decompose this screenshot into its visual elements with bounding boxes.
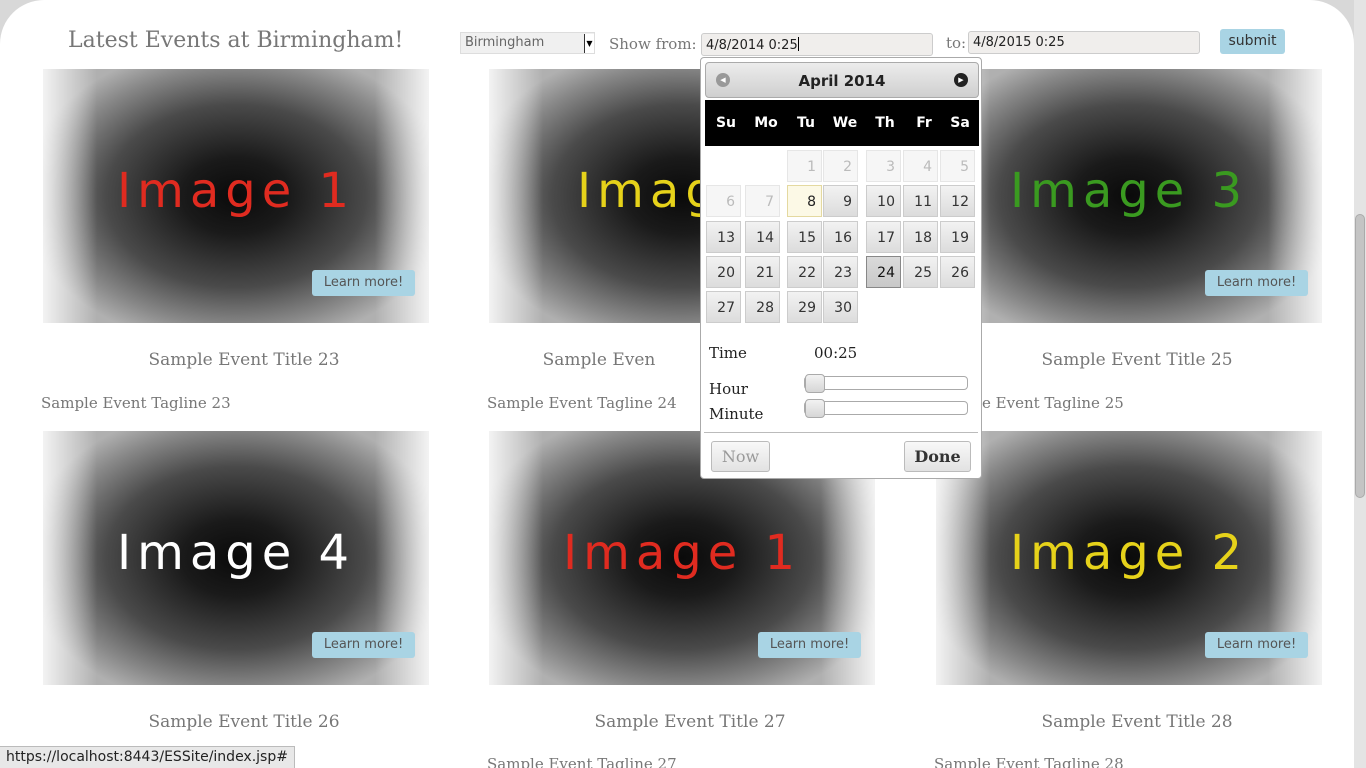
event-title-text: Sample Even [542,350,656,370]
calendar-day[interactable]: 29 [787,291,822,323]
event-image-1[interactable]: Image 1 Learn more! [43,69,429,323]
event-tagline: e Event Tagline 25 [982,394,1124,412]
calendar-day[interactable]: 8 [787,185,822,217]
weekday-label: Su [715,115,737,131]
calendar-day[interactable]: 19 [940,221,975,253]
event-tagline: Sample Event Tagline 27 [487,755,677,768]
event-image-label: Image 4 [116,525,356,581]
calendar-day[interactable]: 26 [940,256,975,288]
submit-button[interactable]: submit [1220,29,1285,54]
event-title[interactable]: Sample Event Title 26 [44,712,444,732]
page-title: Latest Events at Birmingham! [68,28,404,53]
calendar-day: 4 [903,150,938,182]
calendar-day: 2 [823,150,858,182]
calendar-day[interactable]: 28 [745,291,780,323]
weekday-label: We [832,115,858,131]
calendar-day[interactable]: 25 [903,256,938,288]
calendar-day[interactable]: 11 [903,185,938,217]
time-value: 00:25 [814,344,858,362]
event-title[interactable]: Sample Event Title 25 [937,350,1337,370]
calendar-day[interactable]: 20 [706,256,741,288]
event-title[interactable]: Sample Event Title 27 [490,712,890,732]
learn-more-button[interactable]: Learn more! [1205,270,1308,296]
event-image-label: Image 3 [1009,163,1249,219]
event-tagline: Sample Event Tagline 28 [934,755,1124,768]
text-caret [797,37,799,51]
weekday-label: Th [875,115,895,131]
calendar-day[interactable]: 18 [903,221,938,253]
calendar-day[interactable]: 10 [866,185,901,217]
city-select-value: Birmingham [465,35,545,50]
calendar-day[interactable]: 12 [940,185,975,217]
calendar-day[interactable]: 23 [823,256,858,288]
calendar-day[interactable]: 22 [787,256,822,288]
event-image-3[interactable]: Image 3 Learn more! [936,69,1322,323]
chevron-down-icon[interactable]: ▼ [584,34,594,53]
weekday-label: Mo [754,115,778,131]
city-select[interactable]: Birmingham ▼ [460,32,595,54]
datepicker-month-title: April 2014 [798,72,886,90]
minute-label: Minute [709,405,764,423]
calendar-day[interactable]: 14 [745,221,780,253]
event-image-label: Image 1 [562,525,802,581]
calendar-day: 3 [866,150,901,182]
to-date-input[interactable]: 4/8/2015 0:25 [968,31,1200,54]
page-canvas: Latest Events at Birmingham! Birmingham … [0,0,1354,768]
event-title[interactable]: Sample Event Title 23 [44,350,444,370]
event-image-4[interactable]: Image 4 Learn more! [43,431,429,685]
minute-slider[interactable] [804,399,968,418]
event-title[interactable]: Sample Event Title 28 [937,712,1337,732]
calendar-day: 1 [787,150,822,182]
weekday-header-row: Su Mo Tu We Th Fr Sa [705,100,979,146]
event-image-6[interactable]: Image 2 Learn more! [936,431,1322,685]
done-button[interactable]: Done [904,441,971,472]
event-tagline: Sample Event Tagline 23 [41,394,231,412]
calendar-day[interactable]: 13 [706,221,741,253]
weekday-label: Sa [950,115,970,131]
calendar-day[interactable]: 21 [745,256,780,288]
now-button[interactable]: Now [711,441,770,472]
datepicker-header: ◀ April 2014 ▶ [705,62,979,98]
learn-more-button[interactable]: Learn more! [1205,632,1308,658]
calendar-day[interactable]: 17 [866,221,901,253]
learn-more-button[interactable]: Learn more! [312,632,415,658]
calendar-day: 7 [745,185,780,217]
from-date-value: 4/8/2014 0:25 [706,38,798,53]
learn-more-button[interactable]: Learn more! [758,632,861,658]
scrollbar-thumb[interactable] [1355,214,1365,498]
time-label: Time [709,344,747,362]
calendar-day[interactable]: 24 [866,256,901,288]
minute-slider-handle[interactable] [805,399,825,418]
weekday-label: Tu [797,115,815,131]
status-bar-url: https://localhost:8443/ESSite/index.jsp# [0,746,295,768]
datepicker-divider [704,432,978,433]
calendar-day[interactable]: 16 [823,221,858,253]
calendar-day: 6 [706,185,741,217]
to-date-value: 4/8/2015 0:25 [973,35,1065,50]
chevron-right-icon[interactable]: ▶ [954,73,968,87]
to-label: to: [946,34,967,52]
event-image-label: Image 1 [116,163,356,219]
show-from-label: Show from: [609,35,697,53]
hour-slider[interactable] [804,374,968,393]
learn-more-button[interactable]: Learn more! [312,270,415,296]
hour-label: Hour [709,380,748,398]
hour-slider-handle[interactable] [805,374,825,393]
calendar-day[interactable]: 9 [823,185,858,217]
calendar-day[interactable]: 30 [823,291,858,323]
event-tagline: Sample Event Tagline 24 [487,394,677,412]
from-date-input[interactable]: 4/8/2014 0:25 [701,33,933,56]
calendar-day[interactable]: 27 [706,291,741,323]
event-image-label: Image 2 [1009,525,1249,581]
weekday-label: Fr [916,115,932,131]
calendar-day: 5 [940,150,975,182]
calendar-day[interactable]: 15 [787,221,822,253]
